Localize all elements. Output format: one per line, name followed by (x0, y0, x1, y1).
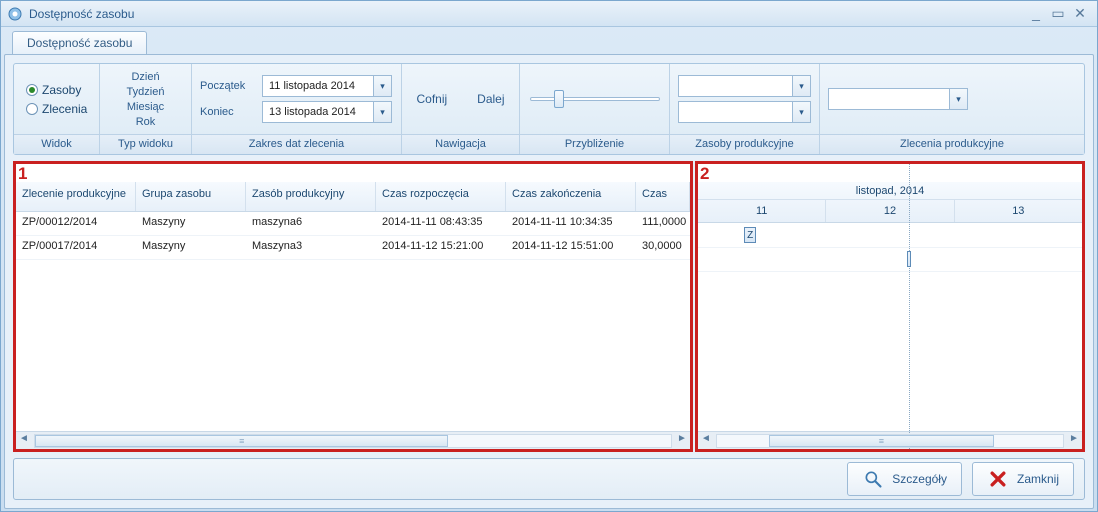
cell-end: 2014-11-12 15:51:00 (506, 236, 636, 259)
nav-back-button[interactable]: Cofnij (404, 86, 459, 112)
group-label-zakresdat: Zakres dat zlecenia (192, 134, 401, 154)
viewtype-dzien[interactable]: Dzień (123, 70, 167, 84)
magnifier-icon (862, 468, 884, 490)
window-title: Dostępność zasobu (29, 7, 1025, 21)
gantt-day-12[interactable]: 12 (826, 200, 954, 222)
zoom-slider[interactable] (530, 89, 660, 109)
gantt-day-11[interactable]: 11 (698, 200, 826, 222)
orders-table-panel: 1 Zlecenie produkcyjne Grupa zasobu Zasó… (13, 161, 693, 452)
gantt-month: listopad, 2014 (698, 182, 1082, 200)
end-date-combo[interactable]: 13 listopada 2014 ▾ (262, 101, 392, 123)
start-date-value: 11 listopada 2014 (263, 80, 373, 92)
footer-bar: Szczegóły Zamknij (13, 458, 1085, 500)
table-row[interactable]: ZP/00012/2014 Maszyny maszyna6 2014-11-1… (16, 212, 690, 236)
radio-zasoby-label: Zasoby (42, 83, 81, 97)
group-label-przyblizenie: Przybliżenie (520, 134, 669, 154)
gantt-item-2[interactable] (907, 251, 911, 267)
th-end[interactable]: Czas zakończenia (506, 182, 636, 211)
annotation-2: 2 (700, 164, 709, 184)
gantt-body: Z (698, 223, 1082, 431)
tabstrip: Dostępność zasobu (4, 30, 1094, 54)
slider-track (530, 97, 660, 101)
gantt-day-13[interactable]: 13 (955, 200, 1082, 222)
maximize-button[interactable]: ▭ (1047, 6, 1069, 22)
close-icon (987, 468, 1009, 490)
app-icon (7, 6, 23, 22)
scroll-left-icon[interactable]: ◄ (698, 433, 714, 449)
scroll-track[interactable]: ≡ (34, 434, 672, 448)
close-button-label: Zamknij (1017, 472, 1059, 486)
cell-start: 2014-11-11 08:43:35 (376, 212, 506, 235)
group-label-zasoby: Zasoby produkcyjne (670, 134, 819, 154)
scroll-track[interactable]: ≡ (716, 434, 1064, 448)
cell-group: Maszyny (136, 212, 246, 235)
nav-forward-button[interactable]: Dalej (465, 86, 516, 112)
slider-thumb[interactable] (554, 90, 564, 108)
cell-order: ZP/00012/2014 (16, 212, 136, 235)
details-button[interactable]: Szczegóły (847, 462, 962, 496)
end-date-label: Koniec (200, 106, 256, 118)
scroll-right-icon[interactable]: ► (674, 433, 690, 449)
annotation-1: 1 (18, 164, 27, 184)
scroll-thumb[interactable]: ≡ (769, 435, 994, 447)
cell-group: Maszyny (136, 236, 246, 259)
gantt-hscroll[interactable]: ◄ ≡ ► (698, 431, 1082, 449)
cell-time: 30,0000 (636, 236, 690, 259)
scroll-thumb[interactable]: ≡ (35, 435, 448, 447)
tab-dostepnosc-zasobu[interactable]: Dostępność zasobu (12, 31, 147, 54)
orders-combo-1[interactable]: ▾ (828, 88, 968, 110)
th-start[interactable]: Czas rozpoczęcia (376, 182, 506, 211)
gantt-item-1[interactable]: Z (744, 227, 756, 243)
ribbon: Zasoby Zlecenia Widok Dzień Tydzień Mies… (13, 63, 1085, 155)
close-button[interactable]: Zamknij (972, 462, 1074, 496)
table-row[interactable]: ZP/00017/2014 Maszyny Maszyna3 2014-11-1… (16, 236, 690, 260)
resources-combo-1[interactable]: ▾ (678, 75, 811, 97)
chevron-down-icon[interactable]: ▾ (792, 76, 810, 96)
gantt-header: listopad, 2014 11 12 13 (698, 182, 1082, 223)
resources-combo-2[interactable]: ▾ (678, 101, 811, 123)
start-date-combo[interactable]: 11 listopada 2014 ▾ (262, 75, 392, 97)
th-group[interactable]: Grupa zasobu (136, 182, 246, 211)
group-label-widok: Widok (14, 134, 99, 154)
table-header-row: Zlecenie produkcyjne Grupa zasobu Zasób … (16, 182, 690, 212)
table-hscroll[interactable]: ◄ ≡ ► (16, 431, 690, 449)
start-date-label: Początek (200, 80, 256, 92)
group-label-zlecenia: Zlecenia produkcyjne (820, 134, 1084, 154)
cell-resource: maszyna6 (246, 212, 376, 235)
gantt-panel: 2 listopad, 2014 11 12 13 Z (695, 161, 1085, 452)
titlebar: Dostępność zasobu _ ▭ ✕ (1, 1, 1097, 27)
minimize-button[interactable]: _ (1025, 6, 1047, 22)
cell-start: 2014-11-12 15:21:00 (376, 236, 506, 259)
scroll-right-icon[interactable]: ► (1066, 433, 1082, 449)
content-area: 1 Zlecenie produkcyjne Grupa zasobu Zasó… (13, 161, 1085, 452)
scroll-left-icon[interactable]: ◄ (16, 433, 32, 449)
chevron-down-icon[interactable]: ▾ (792, 102, 810, 122)
window: Dostępność zasobu _ ▭ ✕ Dostępność zasob… (0, 0, 1098, 512)
radio-zlecenia[interactable]: Zlecenia (22, 100, 91, 118)
cell-order: ZP/00017/2014 (16, 236, 136, 259)
viewtype-tydzien[interactable]: Tydzień (119, 85, 173, 99)
radio-zasoby[interactable]: Zasoby (22, 81, 85, 99)
chevron-down-icon[interactable]: ▾ (949, 89, 967, 109)
details-button-label: Szczegóły (892, 472, 947, 486)
th-order[interactable]: Zlecenie produkcyjne (16, 182, 136, 211)
close-window-button[interactable]: ✕ (1069, 6, 1091, 22)
th-time[interactable]: Czas (636, 182, 690, 211)
cell-resource: Maszyna3 (246, 236, 376, 259)
table-body: ZP/00012/2014 Maszyny maszyna6 2014-11-1… (16, 212, 690, 431)
cell-time: 111,0000 (636, 212, 690, 235)
end-date-value: 13 listopada 2014 (263, 106, 373, 118)
viewtype-rok[interactable]: Rok (128, 115, 164, 129)
cell-end: 2014-11-11 10:34:35 (506, 212, 636, 235)
radio-icon (26, 84, 38, 96)
group-label-nawigacja: Nawigacja (402, 134, 519, 154)
chevron-down-icon[interactable]: ▾ (373, 76, 391, 96)
viewtype-miesiac[interactable]: Miesiąc (119, 100, 172, 114)
chevron-down-icon[interactable]: ▾ (373, 102, 391, 122)
radio-icon (26, 103, 38, 115)
th-resource[interactable]: Zasób produkcyjny (246, 182, 376, 211)
group-label-typwidoku: Typ widoku (100, 134, 191, 154)
radio-zlecenia-label: Zlecenia (42, 102, 87, 116)
